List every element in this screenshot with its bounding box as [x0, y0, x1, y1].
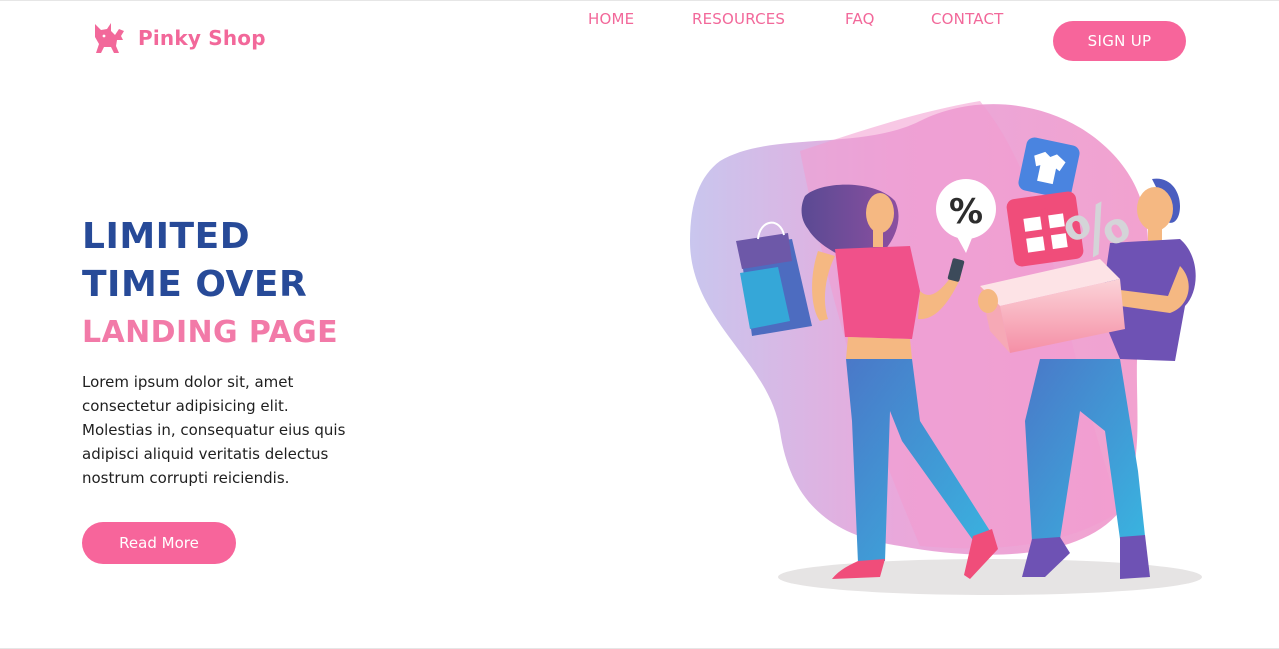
- cat-icon: [95, 23, 124, 53]
- hero-title: LIMITED TIME OVER: [82, 213, 307, 309]
- site-header: Pinky Shop HOME RESOURCES FAQ CONTACT SI…: [0, 1, 1279, 81]
- hero-text-line: nostrum corrupti reiciendis.: [82, 469, 290, 487]
- bubble-percent-text: %: [949, 192, 983, 232]
- hero-text-line: consectetur adipisicing elit.: [82, 397, 289, 415]
- hero-text-line: Lorem ipsum dolor sit, amet: [82, 373, 294, 391]
- signup-button[interactable]: SIGN UP: [1053, 21, 1186, 61]
- hero-subtitle: LANDING PAGE: [82, 315, 339, 350]
- hero-description: Lorem ipsum dolor sit, amet consectetur …: [82, 370, 382, 490]
- nav-resources[interactable]: RESOURCES: [692, 10, 785, 28]
- nav-contact[interactable]: CONTACT: [931, 10, 1004, 28]
- brand-logo[interactable]: Pinky Shop: [92, 21, 266, 55]
- shopping-illustration: % %: [690, 101, 1202, 595]
- hero-text-line: adipisci aliquid veritatis delectus: [82, 445, 329, 463]
- hero-title-line2: TIME OVER: [82, 264, 308, 305]
- tshirt-icon: [1018, 137, 1080, 199]
- hero-title-line1: LIMITED: [82, 216, 251, 257]
- brand-name: Pinky Shop: [138, 26, 266, 50]
- read-more-button[interactable]: Read More: [82, 522, 236, 564]
- hero-text-line: Molestias in, consequatur eius quis: [82, 421, 346, 439]
- nav-faq[interactable]: FAQ: [845, 10, 875, 28]
- nav-home[interactable]: HOME: [588, 10, 634, 28]
